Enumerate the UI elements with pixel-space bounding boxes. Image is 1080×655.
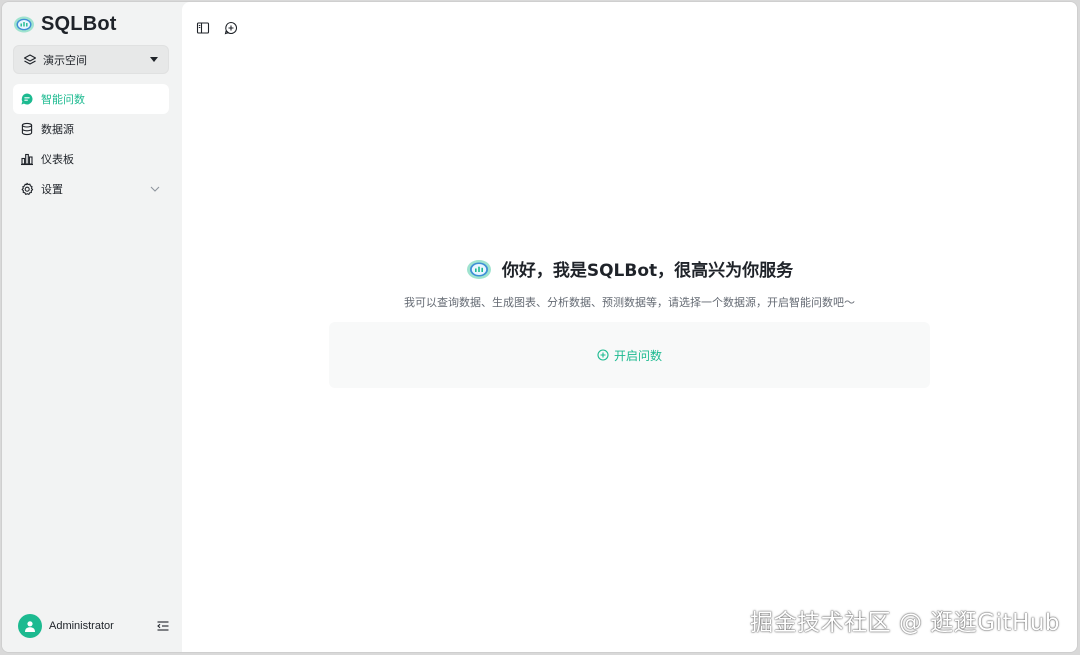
workspace-label: 演示空间 (43, 53, 87, 67)
chat-icon (20, 92, 34, 106)
app-window: SQLBot 演示空间 智能问数 数据源 仪表板 设置 Administrato… (1, 1, 1078, 653)
welcome-section: 你好，我是SQLBot，很高兴为你服务 我可以查询数据、生成图表、分析数据、预测… (182, 256, 1077, 310)
database-icon (20, 122, 34, 136)
sidebar-item-datasource[interactable]: 数据源 (13, 114, 169, 144)
caret-down-icon (150, 57, 158, 62)
avatar[interactable] (18, 614, 42, 638)
sidebar-item-label: 智能问数 (41, 93, 85, 106)
sidebar-nav: 智能问数 数据源 仪表板 设置 (13, 84, 169, 204)
welcome-heading: 你好，我是SQLBot，很高兴为你服务 (466, 256, 793, 281)
brand: SQLBot (13, 12, 117, 36)
bar-chart-icon (20, 152, 34, 166)
plus-circle-icon (597, 349, 609, 361)
chevron-down-icon[interactable] (149, 183, 161, 195)
sqlbot-logo-icon (466, 259, 491, 279)
sidebar-item-label: 设置 (41, 183, 63, 196)
toolbar (196, 21, 238, 35)
welcome-subtitle: 我可以查询数据、生成图表、分析数据、预测数据等，请选择一个数据源，开启智能问数吧… (404, 296, 855, 309)
layers-icon (23, 53, 37, 65)
watermark: 掘金技术社区 @ 逛逛GitHub (750, 610, 1060, 636)
sidebar-item-dashboard[interactable]: 仪表板 (13, 144, 169, 174)
sidebar: SQLBot 演示空间 智能问数 数据源 仪表板 设置 Administrato… (2, 2, 180, 652)
gear-icon (20, 182, 34, 196)
collapse-menu-icon[interactable] (156, 619, 170, 633)
user-profile[interactable]: Administrator (18, 613, 170, 639)
toggle-sidebar-icon[interactable] (196, 21, 210, 35)
user-icon (25, 621, 35, 632)
sqlbot-logo-icon (14, 16, 34, 33)
start-query-button[interactable]: 开启问数 (329, 322, 930, 388)
main-panel: 你好，我是SQLBot，很高兴为你服务 我可以查询数据、生成图表、分析数据、预测… (182, 2, 1077, 652)
welcome-title: 你好，我是SQLBot，很高兴为你服务 (501, 261, 794, 281)
sidebar-item-label: 仪表板 (41, 153, 74, 166)
start-query-label: 开启问数 (613, 348, 662, 363)
sidebar-item-smart-query[interactable]: 智能问数 (13, 84, 169, 114)
sidebar-item-settings[interactable]: 设置 (13, 174, 169, 204)
sidebar-item-label: 数据源 (41, 123, 74, 136)
app-name: SQLBot (41, 12, 117, 35)
new-chat-icon[interactable] (224, 21, 238, 35)
workspace-selector[interactable]: 演示空间 (13, 45, 169, 74)
username: Administrator (49, 620, 114, 632)
